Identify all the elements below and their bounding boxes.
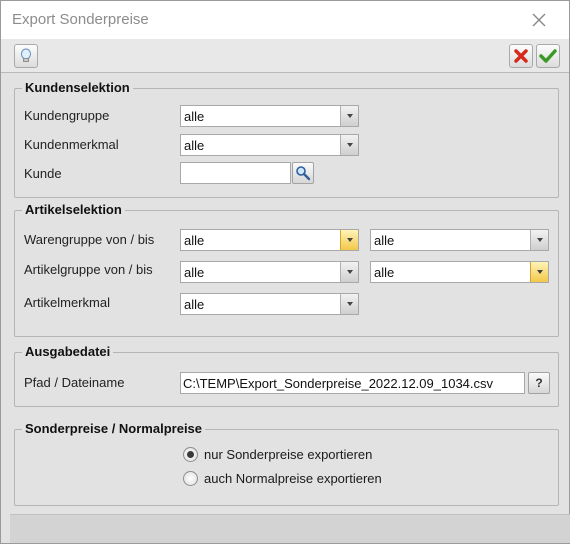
warengruppe-from-combo[interactable]: alle — [180, 229, 359, 251]
warengruppe-label: Warengruppe von / bis — [24, 232, 155, 247]
browse-button-label: ? — [535, 376, 543, 390]
search-icon — [296, 166, 311, 181]
title-bar: Export Sonderpreise — [1, 1, 569, 39]
kundenselektion-legend: Kundenselektion — [22, 80, 133, 95]
artikelgruppe-label: Artikelgruppe von / bis — [24, 262, 153, 277]
radio-auch-normalpreise-label: auch Normalpreise exportieren — [204, 471, 382, 486]
kundenmerkmal-value: alle — [184, 138, 205, 153]
preise-legend: Sonderpreise / Normalpreise — [22, 421, 206, 436]
artikelgruppe-to-value: alle — [374, 265, 395, 280]
kundenselektion-group: Kundenselektion Kundengruppe alle Kunden… — [14, 80, 559, 198]
kundengruppe-value: alle — [184, 109, 205, 124]
warengruppe-to-value: alle — [374, 233, 395, 248]
pfad-label: Pfad / Dateiname — [24, 375, 125, 390]
warengruppe-from-value: alle — [184, 233, 205, 248]
chevron-down-icon[interactable] — [530, 262, 548, 282]
toolbar — [1, 39, 569, 73]
close-icon[interactable] — [529, 10, 549, 30]
kundengruppe-combo[interactable]: alle — [180, 105, 359, 127]
kunde-input[interactable] — [180, 162, 291, 184]
kunde-search-button[interactable] — [292, 162, 314, 184]
chevron-down-icon[interactable] — [340, 294, 358, 314]
warengruppe-to-combo[interactable]: alle — [370, 229, 549, 251]
green-check-icon — [539, 49, 557, 63]
red-x-icon — [514, 49, 528, 63]
kundengruppe-label: Kundengruppe — [24, 108, 110, 123]
browse-button[interactable]: ? — [528, 372, 550, 394]
chevron-down-icon[interactable] — [340, 135, 358, 155]
kundenmerkmal-combo[interactable]: alle — [180, 134, 359, 156]
kundenmerkmal-label: Kundenmerkmal — [24, 137, 119, 152]
cancel-button[interactable] — [509, 44, 533, 68]
radio-nur-sonderpreise-label: nur Sonderpreise exportieren — [204, 447, 373, 462]
window-title: Export Sonderpreise — [12, 11, 149, 28]
ausgabedatei-group: Ausgabedatei Pfad / Dateiname C:\TEMP\Ex… — [14, 344, 559, 407]
artikelmerkmal-combo[interactable]: alle — [180, 293, 359, 315]
artikelgruppe-to-combo[interactable]: alle — [370, 261, 549, 283]
artikelgruppe-from-value: alle — [184, 265, 205, 280]
pfad-input[interactable]: C:\TEMP\Export_Sonderpreise_2022.12.09_1… — [180, 372, 525, 394]
pfad-value: C:\TEMP\Export_Sonderpreise_2022.12.09_1… — [183, 376, 494, 391]
radio-button-selected[interactable] — [183, 447, 198, 462]
chevron-down-icon[interactable] — [340, 106, 358, 126]
ok-button[interactable] — [536, 44, 560, 68]
artikelgruppe-from-combo[interactable]: alle — [180, 261, 359, 283]
radio-auch-normalpreise[interactable]: auch Normalpreise exportieren — [183, 471, 382, 486]
kunde-label: Kunde — [24, 166, 62, 181]
chevron-down-icon[interactable] — [340, 230, 358, 250]
radio-nur-sonderpreise[interactable]: nur Sonderpreise exportieren — [183, 447, 372, 462]
chevron-down-icon[interactable] — [530, 230, 548, 250]
ausgabedatei-legend: Ausgabedatei — [22, 344, 114, 359]
dialog-window: Export Sonderpreise Kundenselektion Kund… — [0, 0, 570, 544]
status-bar — [10, 514, 570, 543]
preise-group: Sonderpreise / Normalpreise nur Sonderpr… — [14, 421, 559, 506]
artikelmerkmal-label: Artikelmerkmal — [24, 295, 110, 310]
artikelselektion-group: Artikelselektion Warengruppe von / bis a… — [14, 202, 559, 337]
artikelmerkmal-value: alle — [184, 297, 205, 312]
artikelselektion-legend: Artikelselektion — [22, 202, 125, 217]
radio-button[interactable] — [183, 471, 198, 486]
lightbulb-icon — [21, 48, 31, 62]
hint-button[interactable] — [14, 44, 38, 68]
chevron-down-icon[interactable] — [340, 262, 358, 282]
